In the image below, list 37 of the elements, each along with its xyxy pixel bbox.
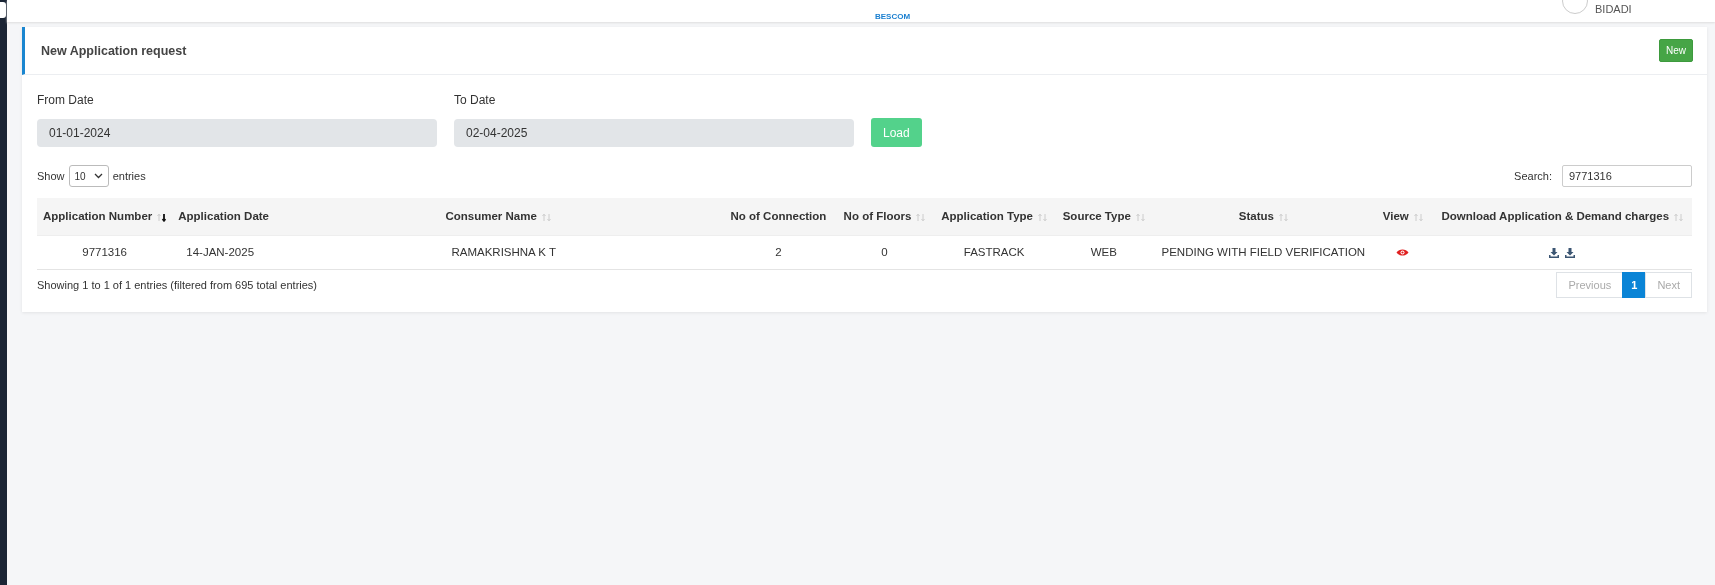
table-cell: 9771316 <box>37 235 173 269</box>
column-header[interactable]: No of Floors <box>834 198 935 235</box>
column-header[interactable]: Application Number <box>37 198 173 235</box>
date-label: To Date <box>454 93 497 107</box>
card-title: New Application request <box>41 43 187 58</box>
column-header[interactable]: Download Application & Demand charges <box>1432 198 1692 235</box>
column-header[interactable]: No of Connection <box>722 198 835 235</box>
eye-icon[interactable] <box>1396 248 1410 258</box>
table-cell: 14-JAN-2025 <box>172 235 440 269</box>
table-info: Showing 1 to 1 of 1 entries (filtered from 695 total entries) <box>37 278 318 291</box>
entries-label: entries <box>112 170 146 182</box>
date-label: From Date <box>37 93 95 107</box>
logo-text: BESCOM <box>875 12 911 21</box>
table-cell: PENDING WITH FIELD VERIFICATION <box>1153 235 1374 269</box>
entries-select[interactable]: 10 <box>68 165 109 187</box>
table-cell: 0 <box>834 235 935 269</box>
page-button[interactable]: 1 <box>1622 271 1647 298</box>
search-field[interactable]: 9771316 <box>1562 165 1692 187</box>
download-icon[interactable] <box>1565 247 1576 258</box>
column-header[interactable]: View <box>1373 198 1433 235</box>
user-location: BIDADI <box>1595 3 1632 15</box>
column-header[interactable]: Application Date <box>172 198 440 235</box>
table-cell: FASTRACK <box>934 235 1054 269</box>
chevron-down-icon <box>93 173 103 179</box>
show-label: Show <box>37 170 65 182</box>
column-header[interactable]: Status <box>1153 198 1374 235</box>
download-icon[interactable] <box>1549 247 1560 258</box>
column-header[interactable]: Application Type <box>934 198 1054 235</box>
search-label: Search: <box>1514 170 1552 182</box>
date-field[interactable]: 01-01-2024 <box>37 119 437 147</box>
table-cell: RAMAKRISHNA K T <box>439 235 723 269</box>
date-field[interactable]: 02-04-2025 <box>454 119 854 147</box>
column-header[interactable]: Source Type <box>1054 198 1154 235</box>
sort-icon[interactable] <box>157 212 167 222</box>
table-cell: 2 <box>722 235 835 269</box>
table-cell: WEB <box>1054 235 1154 269</box>
column-header[interactable]: Consumer Name <box>439 198 723 235</box>
